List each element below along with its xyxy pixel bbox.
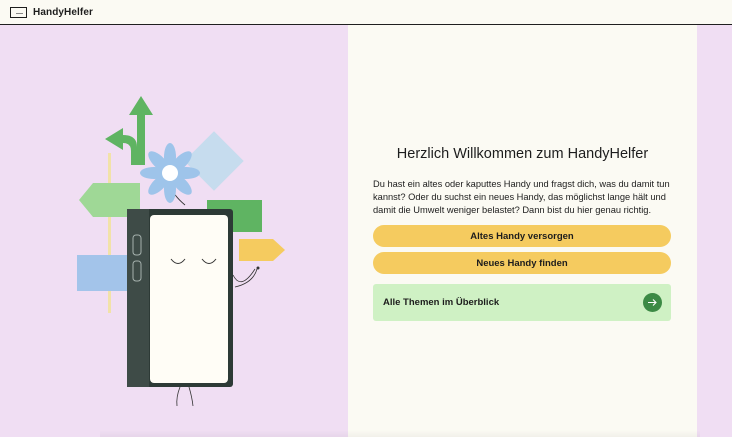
top-bar: HandyHelfer: [0, 0, 732, 25]
right-background: [697, 25, 732, 437]
all-topics-label: Alle Themen im Überblick: [383, 297, 500, 308]
welcome-card: Herzlich Willkommen zum HandyHelfer Du h…: [348, 25, 697, 437]
intro-text: Du hast ein altes oder kaputtes Handy un…: [373, 179, 670, 215]
new-phone-button[interactable]: Neues Handy finden: [373, 252, 671, 274]
handyhelfer-logo-icon[interactable]: [10, 6, 27, 18]
arrow-right-icon[interactable]: [643, 293, 662, 312]
bottom-shadow: [100, 430, 700, 437]
page-title: Herzlich Willkommen zum HandyHelfer: [396, 146, 649, 162]
phone-with-signposts-illustration: [77, 96, 285, 407]
illustration-panel: [0, 25, 348, 437]
old-phone-button[interactable]: Altes Handy versorgen: [373, 225, 671, 247]
all-topics-link[interactable]: Alle Themen im Überblick: [373, 284, 671, 321]
brand-name[interactable]: HandyHelfer: [33, 7, 93, 18]
